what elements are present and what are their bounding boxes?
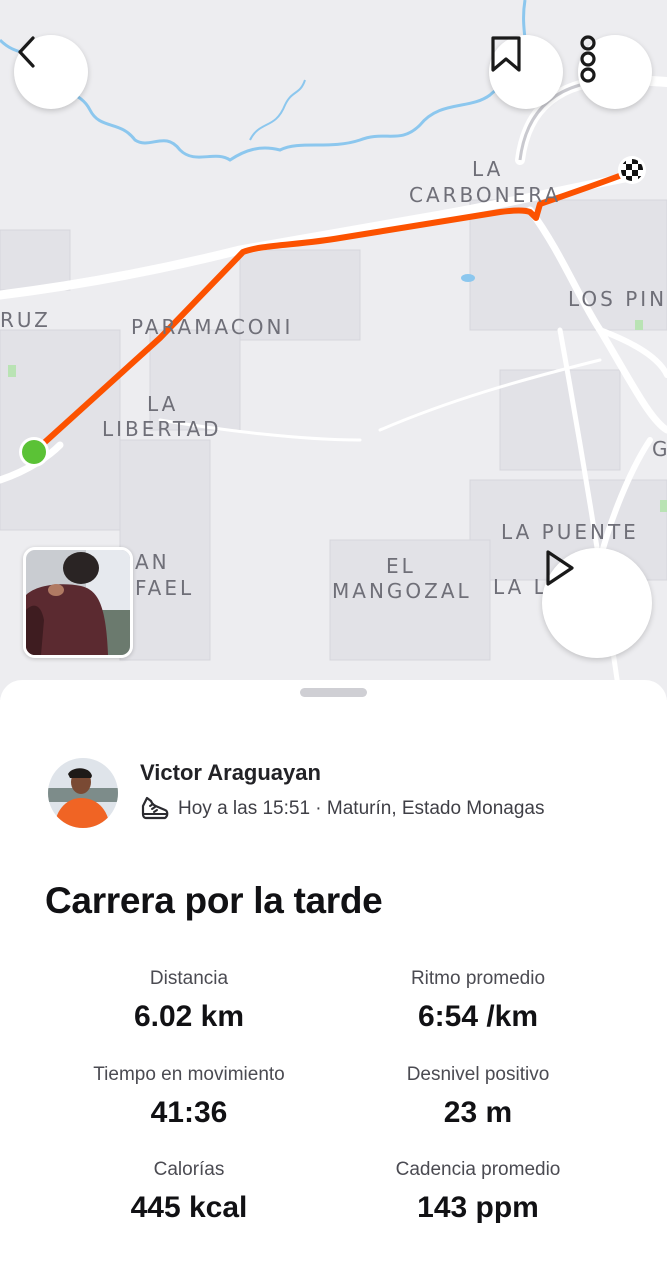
- map-label-paramaconi: PARAMACONI: [131, 315, 294, 339]
- stat-value: 23 m: [443, 1096, 513, 1129]
- map-label-el: EL: [386, 554, 416, 578]
- athlete-name[interactable]: Victor Araguayan: [140, 758, 544, 788]
- sheet-drag-handle[interactable]: [300, 688, 367, 697]
- activity-photo: [26, 550, 130, 655]
- more-options-button[interactable]: [578, 35, 652, 109]
- bookmark-button[interactable]: [489, 35, 563, 109]
- stat-moving-time: Tiempo en movimiento 41:36: [39, 1063, 339, 1133]
- stat-avg-pace: Ritmo promedio 6:54 /km: [328, 967, 628, 1037]
- chevron-left-icon: [18, 36, 35, 68]
- map-label-la-puente: LA PUENTE: [501, 520, 639, 544]
- avatar-image: [48, 758, 118, 828]
- map-label-fael: FAEL: [135, 576, 195, 600]
- running-shoe-icon: [141, 796, 169, 820]
- map-label-la-libertad-1: LA: [147, 392, 179, 416]
- stat-label: Ritmo promedio: [410, 968, 546, 989]
- stat-distance: Distancia 6.02 km: [39, 967, 339, 1037]
- stat-label: Desnivel positivo: [406, 1064, 550, 1085]
- stat-value: 6:54 /km: [417, 1000, 539, 1033]
- route-map[interactable]: LA CARBONERA LOS PIN RUZ PARAMACONI LA L…: [0, 0, 667, 700]
- start-marker: [22, 440, 46, 464]
- stat-label: Distancia: [149, 968, 229, 989]
- finish-flag-icon: [618, 156, 646, 184]
- activity-meta: Hoy a las 15:51 · Maturín, Estado Monaga…: [178, 798, 545, 819]
- stat-elevation-gain: Desnivel positivo 23 m: [328, 1063, 628, 1133]
- map-label-ruz: RUZ: [0, 308, 51, 332]
- stat-value: 445 kcal: [130, 1191, 248, 1224]
- map-label-mangozal: MANGOZAL: [332, 579, 472, 603]
- stat-label: Cadencia promedio: [395, 1159, 561, 1180]
- map-label-la: LA: [472, 157, 504, 181]
- stat-calories: Calorías 445 kcal: [39, 1158, 339, 1228]
- athlete-header[interactable]: Victor Araguayan Hoy a las 15:51 · Matur…: [48, 758, 544, 828]
- map-label-carbonera: CARBONERA: [409, 183, 562, 207]
- stat-value: 143 ppm: [417, 1191, 539, 1224]
- stat-label: Calorías: [153, 1159, 225, 1180]
- stat-value: 6.02 km: [133, 1000, 245, 1033]
- play-icon: [546, 550, 574, 586]
- bookmark-icon: [491, 36, 521, 72]
- avatar[interactable]: [48, 758, 118, 828]
- stat-label: Tiempo en movimiento: [93, 1064, 285, 1085]
- stat-avg-cadence: Cadencia promedio 143 ppm: [328, 1158, 628, 1228]
- map-label-g: G: [652, 437, 667, 461]
- activity-photo-thumbnail[interactable]: [23, 547, 133, 658]
- map-label-libertad: LIBERTAD: [102, 417, 222, 441]
- back-button[interactable]: [14, 35, 88, 109]
- map-label-la-l: LA L: [493, 575, 548, 599]
- activity-detail-sheet: Victor Araguayan Hoy a las 15:51 · Matur…: [0, 680, 667, 1280]
- vertical-dots-icon: [580, 35, 596, 83]
- replay-flyover-button[interactable]: [542, 548, 652, 658]
- map-label-an: AN: [135, 550, 170, 574]
- activity-title: Carrera por la tarde: [45, 880, 383, 921]
- map-label-los-pin: LOS PIN: [568, 287, 667, 311]
- stat-value: 41:36: [150, 1096, 228, 1129]
